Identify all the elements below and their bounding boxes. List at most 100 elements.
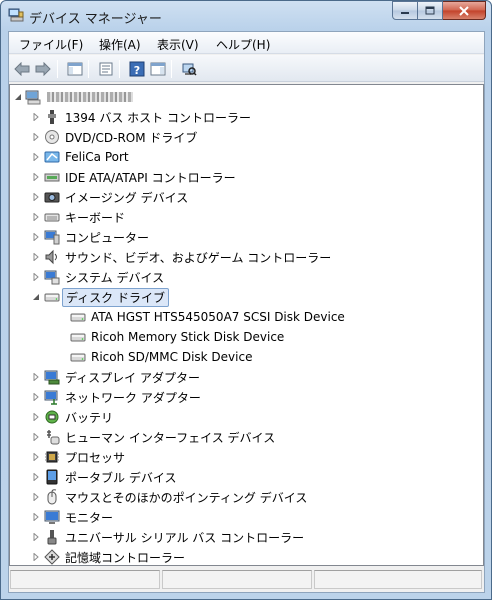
battery-icon — [44, 409, 60, 425]
expand-arrow-icon[interactable] — [32, 213, 40, 221]
tree-child-item[interactable]: Ricoh SD/MMC Disk Device — [70, 348, 252, 366]
hid-icon — [44, 429, 60, 445]
help-icon: ? — [129, 61, 145, 77]
tree-item[interactable]: ヒューマン インターフェイス デバイス — [32, 428, 275, 446]
tree-item[interactable]: ディスク ドライブ — [32, 287, 169, 307]
minimize-icon — [401, 11, 409, 14]
expand-arrow-icon[interactable] — [32, 253, 40, 261]
toolbar-separator — [171, 60, 172, 78]
tree-item[interactable]: ユニバーサル シリアル バス コントローラー — [32, 528, 304, 546]
scan-hardware-button[interactable] — [180, 60, 198, 78]
title-bar[interactable]: デバイス マネージャー — [1, 1, 491, 31]
show-hide-console-tree-icon — [67, 62, 83, 76]
scan-hardware-icon — [182, 63, 197, 76]
firewire-icon — [44, 109, 60, 125]
menu-action[interactable]: 操作(A) — [99, 36, 141, 53]
usb-icon — [44, 529, 60, 545]
device-tree[interactable]: 1394 バス ホスト コントローラー DVD/CD-ROM ドライブ FeliCa… — [9, 84, 484, 566]
menu-view[interactable]: 表示(V) — [157, 36, 199, 53]
tree-item-label: ディスク ドライブ — [62, 287, 169, 307]
expand-arrow-icon[interactable] — [32, 373, 40, 381]
computer-icon — [25, 89, 41, 105]
minimize-button[interactable] — [392, 1, 418, 20]
optical-drive-icon — [44, 129, 60, 145]
window-title: デバイス マネージャー — [29, 12, 162, 27]
tree-item-label: コンピューター — [65, 230, 150, 245]
menu-bar: ファイル(F) 操作(A) 表示(V) ヘルプ(H) — [9, 32, 484, 54]
maximize-button[interactable] — [418, 1, 443, 20]
status-pane — [10, 570, 160, 589]
disk-drive-icon — [70, 329, 86, 345]
tree-item[interactable]: モニター — [32, 508, 113, 526]
help-button[interactable]: ? — [128, 60, 146, 78]
status-pane — [314, 570, 482, 589]
action-pane-button[interactable] — [149, 60, 167, 78]
expand-arrow-icon[interactable] — [32, 533, 40, 541]
camera-icon — [44, 189, 60, 205]
toolbar-separator — [88, 60, 89, 78]
device-manager-window: デバイス マネージャー ファイル(F) 操作(A) 表示(V) ヘルプ(H) ?… — [0, 0, 492, 600]
tree-item-label: FeliCa Port — [65, 150, 129, 164]
expand-arrow-icon[interactable] — [32, 553, 40, 561]
expand-arrow-icon[interactable] — [32, 513, 40, 521]
tree-item[interactable]: FeliCa Port — [32, 148, 129, 166]
menu-file[interactable]: ファイル(F) — [19, 36, 83, 53]
expand-arrow-icon[interactable] — [32, 133, 40, 141]
tree-item[interactable]: 1394 バス ホスト コントローラー — [32, 108, 251, 126]
tree-item-label: 1394 バス ホスト コントローラー — [65, 110, 251, 125]
tree-item[interactable]: コンピューター — [32, 228, 149, 246]
expand-arrow-icon[interactable] — [32, 393, 40, 401]
tree-child-label: ATA HGST HTS545050A7 SCSI Disk Device — [91, 310, 345, 324]
close-icon — [459, 5, 469, 16]
expand-arrow-icon[interactable] — [32, 453, 40, 461]
tree-item[interactable]: 記憶域コントローラー — [32, 548, 185, 565]
collapse-arrow-icon[interactable] — [14, 93, 22, 101]
tree-item[interactable]: イメージング デバイス — [32, 188, 188, 206]
processor-icon — [44, 449, 60, 465]
tree-item-label: バッテリ — [65, 410, 114, 425]
storage-controller-icon — [44, 549, 60, 565]
status-bar — [9, 567, 484, 592]
expand-arrow-icon[interactable] — [32, 433, 40, 441]
tree-item[interactable]: IDE ATA/ATAPI コントローラー — [32, 168, 236, 186]
expand-arrow-icon[interactable] — [32, 113, 40, 121]
toolbar-separator — [119, 60, 120, 78]
tree-item[interactable]: バッテリ — [32, 408, 113, 426]
caption-buttons — [392, 1, 486, 21]
tree-item[interactable]: マウスとそのほかのポインティング デバイス — [32, 488, 307, 506]
close-button[interactable] — [443, 1, 486, 20]
expand-arrow-icon[interactable] — [32, 273, 40, 281]
tree-item[interactable]: サウンド、ビデオ、およびゲーム コントローラー — [32, 248, 331, 266]
tree-item[interactable]: システム デバイス — [32, 268, 164, 286]
tree-child-item[interactable]: ATA HGST HTS545050A7 SCSI Disk Device — [70, 308, 345, 326]
tree-item-label: プロセッサ — [65, 450, 126, 465]
tree-item[interactable]: ネットワーク アダプター — [32, 388, 201, 406]
tree-item[interactable]: DVD/CD-ROM ドライブ — [32, 128, 197, 146]
expand-arrow-icon[interactable] — [32, 493, 40, 501]
mouse-icon — [44, 489, 60, 505]
properties-button[interactable] — [97, 60, 115, 78]
collapse-arrow-icon[interactable] — [32, 293, 40, 301]
expand-arrow-icon[interactable] — [32, 173, 40, 181]
expand-arrow-icon[interactable] — [32, 473, 40, 481]
computer-name-redacted — [47, 92, 133, 102]
expand-arrow-icon[interactable] — [32, 233, 40, 241]
tree-child-item[interactable]: Ricoh Memory Stick Disk Device — [70, 328, 284, 346]
expand-arrow-icon[interactable] — [32, 193, 40, 201]
tree-item[interactable]: キーボード — [32, 208, 125, 226]
tree-item[interactable]: ポータブル デバイス — [32, 468, 176, 486]
menu-help[interactable]: ヘルプ(H) — [216, 36, 270, 53]
expand-arrow-icon[interactable] — [32, 413, 40, 421]
status-pane — [162, 570, 312, 589]
system-device-icon — [44, 269, 60, 285]
back-button[interactable] — [13, 60, 31, 78]
tree-item[interactable]: ディスプレイ アダプター — [32, 368, 200, 386]
tree-item-label: ポータブル デバイス — [65, 470, 177, 485]
tree-child-label: Ricoh SD/MMC Disk Device — [91, 350, 253, 364]
forward-button[interactable] — [34, 60, 52, 78]
tree-item-label: IDE ATA/ATAPI コントローラー — [65, 170, 236, 185]
tree-root[interactable] — [14, 88, 133, 106]
tree-item[interactable]: プロセッサ — [32, 448, 125, 466]
expand-arrow-icon[interactable] — [32, 153, 40, 161]
show-hide-console-tree-button[interactable] — [66, 60, 84, 78]
